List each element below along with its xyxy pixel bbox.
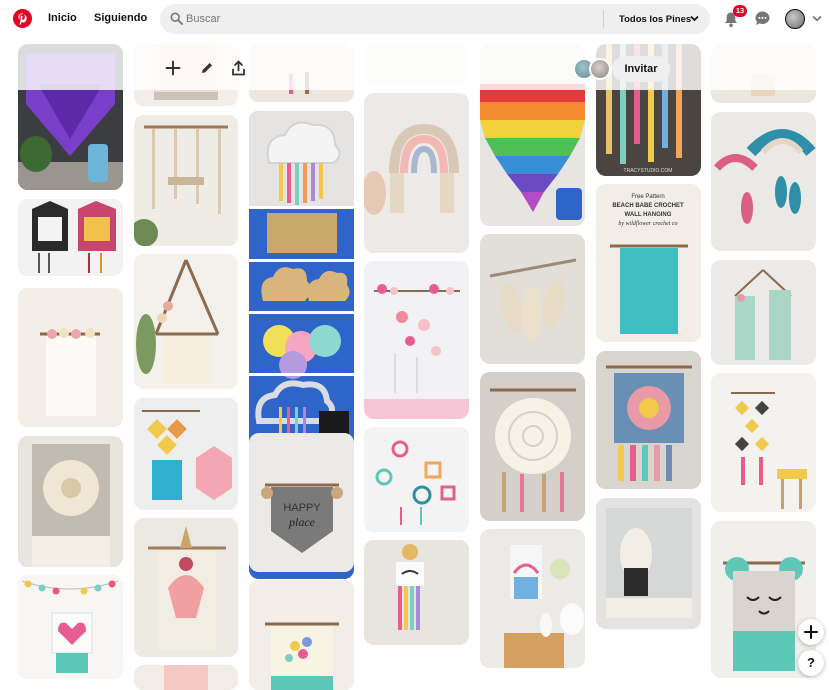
pin-image [249, 580, 354, 690]
pin-image: Free Pattern BEACH BABE CROCHET WALL HAN… [596, 184, 701, 342]
notification-count-badge: 13 [733, 5, 747, 17]
invite-button[interactable]: Invitar [612, 56, 670, 82]
pin-image [134, 518, 238, 657]
nav-home-link[interactable]: Inicio [48, 12, 77, 24]
board-toolbar: Invitar [0, 44, 829, 90]
pin-overlay-text: place [288, 515, 316, 529]
edit-icon[interactable] [200, 61, 214, 75]
pin-image [134, 254, 238, 389]
pin-card[interactable] [364, 93, 469, 253]
pin-card[interactable] [18, 288, 123, 427]
pin-image [480, 529, 585, 668]
pin-image [364, 261, 469, 419]
pin-card[interactable] [18, 575, 123, 679]
pin-card[interactable] [596, 351, 701, 489]
add-icon [804, 625, 818, 639]
pin-card[interactable] [134, 665, 238, 690]
pin-card[interactable] [364, 261, 469, 419]
pin-image [364, 427, 469, 532]
collaborator-avatar[interactable] [589, 58, 611, 80]
pin-image [364, 540, 469, 645]
pin-card[interactable] [134, 398, 238, 510]
pin-image [18, 199, 123, 276]
pin-overlay-text: WALL HANGING [625, 212, 672, 218]
pin-card[interactable] [480, 529, 585, 668]
pin-image [711, 112, 816, 251]
pin-image [18, 575, 123, 679]
pin-image [364, 93, 469, 253]
pin-image [134, 115, 238, 246]
search-scope-dropdown[interactable]: Todos los Pines [619, 14, 691, 25]
pin-card[interactable] [480, 372, 585, 521]
pin-card[interactable] [711, 373, 816, 512]
pin-card[interactable] [18, 199, 123, 276]
pin-image [18, 436, 123, 567]
user-avatar[interactable] [785, 9, 805, 29]
search-icon [170, 12, 183, 25]
pin-card[interactable] [134, 254, 238, 389]
pin-image [711, 373, 816, 512]
pin-card[interactable] [480, 234, 585, 364]
top-navigation-bar: Inicio Siguiendo Buscar Todos los Pines … [0, 0, 829, 40]
share-icon[interactable] [231, 60, 246, 76]
pin-overlay-text: by wildflower crochet co [618, 220, 677, 227]
pin-image [480, 234, 585, 364]
pin-image [18, 288, 123, 427]
create-pin-button[interactable] [798, 619, 824, 645]
account-menu-chevron-icon[interactable] [812, 15, 822, 22]
pin-image [480, 372, 585, 521]
pin-image [596, 498, 701, 629]
pin-overlay-text: HAPPY [283, 502, 321, 514]
pin-card[interactable] [711, 112, 816, 251]
add-icon[interactable] [165, 60, 181, 76]
pin-overlay-text: BEACH BABE CROCHET [612, 203, 684, 209]
chevron-down-icon[interactable] [690, 15, 699, 22]
help-button[interactable]: ? [798, 650, 824, 676]
messages-icon[interactable] [754, 10, 771, 27]
search-input[interactable]: Buscar [186, 13, 220, 25]
pin-image [711, 260, 816, 365]
pin-card[interactable] [711, 260, 816, 365]
pin-card[interactable] [364, 540, 469, 645]
pin-overlay-text: TRACYSTUDIO.COM [624, 168, 673, 174]
pin-card[interactable] [134, 518, 238, 657]
pin-card[interactable] [134, 115, 238, 246]
search-divider [603, 10, 604, 28]
pin-card[interactable] [249, 580, 354, 690]
pin-image: HAPPY place [249, 433, 354, 572]
pin-card[interactable] [18, 436, 123, 567]
pin-overlay-text: Free Pattern [631, 194, 664, 200]
pin-card[interactable] [596, 498, 701, 629]
nav-following-link[interactable]: Siguiendo [94, 12, 147, 24]
search-bar[interactable]: Buscar Todos los Pines [160, 4, 710, 34]
pin-image [596, 351, 701, 489]
pinterest-logo-icon[interactable] [13, 9, 32, 28]
pin-card[interactable]: HAPPY place [249, 433, 354, 572]
pin-image [134, 665, 238, 690]
pin-card[interactable]: Free Pattern BEACH BABE CROCHET WALL HAN… [596, 184, 701, 342]
pin-card[interactable] [364, 427, 469, 532]
pin-image [134, 398, 238, 510]
